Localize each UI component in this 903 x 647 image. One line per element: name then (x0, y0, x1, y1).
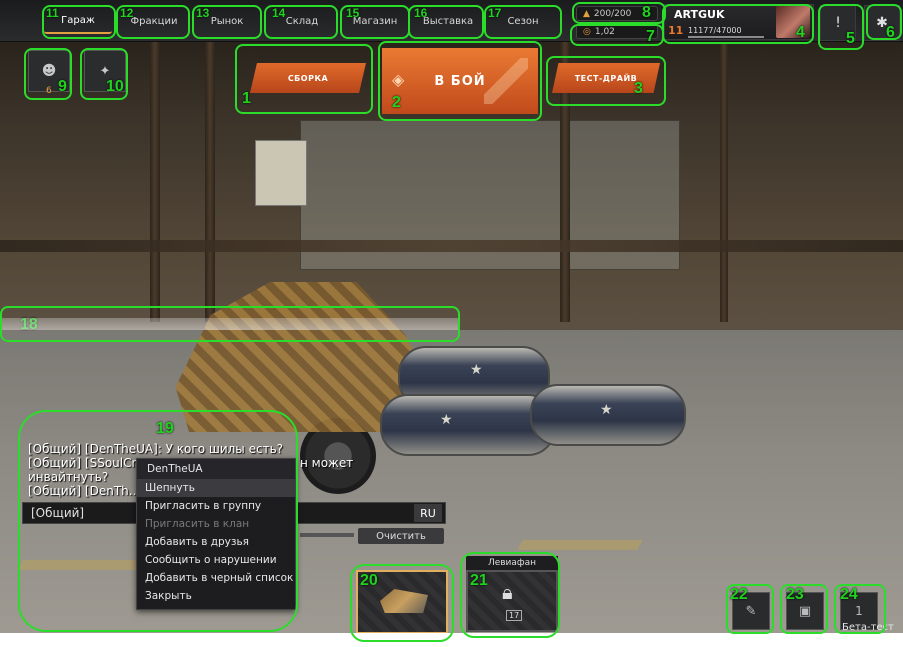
annotation-number: 22 (730, 586, 748, 603)
floppy-icon: ▣ (798, 603, 812, 619)
lock-icon: 🔒︎ (502, 580, 513, 604)
tab-label: Выставка (422, 15, 474, 27)
chat-channel: [Общий] (31, 506, 85, 520)
target-icon: ◈ (392, 70, 406, 89)
menu-item-report[interactable]: Сообщить о нарушении (137, 551, 295, 569)
weapon-cylinder (380, 394, 556, 456)
annotation-number: 2 (392, 94, 401, 111)
notification-strip (2, 318, 458, 330)
test-drive-label: ТЕСТ-ДРАЙВ (574, 73, 638, 83)
annotation-number: 7 (646, 28, 655, 45)
beam (0, 240, 903, 252)
star-icon: ★ (440, 412, 453, 428)
annotation-number: 8 (642, 4, 651, 21)
clear-chat-button[interactable]: Очистить (358, 528, 444, 544)
player-name: ARTGUK (674, 8, 725, 21)
chat-message: н может (300, 456, 354, 470)
beam (205, 42, 215, 322)
fight-label: В БОЙ (434, 73, 486, 89)
annotation-number: 14 (272, 6, 286, 20)
annotation-number: 5 (846, 30, 855, 47)
tab-label: Склад (285, 15, 319, 27)
clan-icon: ✦ (99, 63, 111, 79)
annotation-number: 13 (196, 6, 210, 20)
vehicle-thumbnail (380, 589, 428, 613)
brush-icon: ✎ (745, 603, 757, 619)
beam (720, 42, 728, 322)
alert-icon: ! (835, 15, 841, 31)
annotation-number: 3 (634, 80, 643, 97)
chat-message: [Общий] [DenTh... (28, 484, 141, 498)
menu-item-invite-group[interactable]: Пригласить в группу (137, 497, 295, 515)
player-xp: 11177/47000 (688, 26, 742, 35)
slot-number-icon: 1 (855, 604, 863, 618)
annotation-number: 11 (46, 6, 59, 20)
tab-label: Гараж (61, 14, 95, 26)
menu-item-whisper[interactable]: Шепнуть (137, 479, 295, 497)
tab-label: Рынок (210, 15, 244, 27)
chat-message: [Общий] [DenTheUA]: У кого шилы есть? (28, 442, 284, 456)
frame-border (0, 633, 903, 647)
tab-label: Фракции (130, 15, 178, 27)
game-screen: ★ ★ ★ Гараж Фракции Рынок Склад Магазин … (0, 0, 903, 647)
coin-value: 1,02 (594, 26, 615, 37)
locked-level: 17 (506, 610, 523, 621)
menu-item-invite-clan: Пригласить в клан (145, 518, 250, 530)
chat-message: инвайтнуть? (28, 470, 109, 484)
gasmask-poster (255, 140, 307, 206)
floor-stripe (517, 540, 643, 550)
group-icon: ☻ (41, 63, 57, 79)
player-context-menu: DenTheUA Шепнуть Пригласить в группу При… (136, 458, 296, 610)
party-count: 6 (46, 86, 52, 96)
tab-label: Магазин (352, 15, 398, 27)
annotation-number: 9 (58, 78, 67, 95)
language-button[interactable]: RU (414, 504, 442, 522)
annotation-number: 6 (886, 24, 895, 41)
beta-label: Бета-тест (842, 622, 894, 633)
test-drive-button[interactable]: ТЕСТ-ДРАЙВ (552, 63, 660, 93)
annotation-number: 16 (414, 6, 428, 20)
menu-item-blacklist[interactable]: Добавить в черный список (137, 569, 295, 587)
beam (150, 42, 160, 322)
chat-message: [Общий] [SSoulCr... (28, 456, 147, 470)
fuel-icon: ▲ (583, 8, 590, 19)
annotation-number: 17 (488, 6, 502, 20)
annotation-number: 24 (840, 586, 858, 603)
annotation-number: 12 (120, 6, 134, 20)
annotation-number: 1 (242, 90, 251, 107)
star-icon: ★ (470, 362, 483, 378)
annotation-number: 4 (796, 24, 805, 41)
annotation-number: 10 (106, 78, 124, 95)
annotation-number: 19 (156, 420, 174, 437)
star-icon: ★ (600, 402, 613, 418)
locked-slot-title: Левиафан (466, 556, 558, 570)
build-label: СБОРКА (287, 73, 329, 83)
fight-button[interactable]: ◈ В БОЙ (382, 48, 538, 114)
annotation-number: 15 (346, 6, 360, 20)
annotation-number: 23 (786, 586, 804, 603)
tab-label: Сезон (507, 15, 539, 27)
annotation-number: 20 (360, 572, 378, 589)
fuel-value: 200/200 (593, 8, 632, 19)
coin-icon: ◎ (583, 26, 591, 37)
chat-scrollbar[interactable] (300, 533, 354, 537)
player-level: 11 (668, 24, 684, 37)
annotation-number: 21 (470, 572, 488, 589)
menu-item-close[interactable]: Закрыть (137, 587, 295, 605)
xp-bar (688, 36, 764, 38)
build-button[interactable]: СБОРКА (250, 63, 366, 93)
context-menu-title: DenTheUA (137, 459, 295, 479)
chevron-icon (484, 58, 528, 104)
menu-item-add-friend[interactable]: Добавить в друзья (137, 533, 295, 551)
